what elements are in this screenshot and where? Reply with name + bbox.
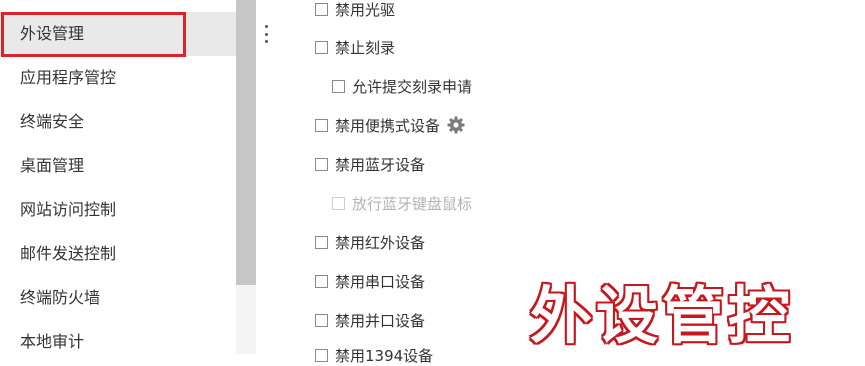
option-label: 禁用蓝牙设备	[335, 155, 426, 174]
sidebar-item-endpoint-firewall[interactable]: 终端防火墙	[0, 276, 236, 320]
sidebar-item-local-audit[interactable]: 本地审计	[0, 320, 236, 364]
option-label: 禁用便携式设备	[335, 116, 441, 135]
option-label: 禁用光驱	[335, 0, 396, 19]
sidebar-item-email-send-control[interactable]: 邮件发送控制	[0, 232, 236, 276]
sidebar-item-website-access-control[interactable]: 网站访问控制	[0, 188, 236, 232]
option-disable-burning[interactable]: 禁止刻录	[315, 36, 395, 58]
option-disable-1394[interactable]: 禁用1394设备	[315, 344, 433, 366]
option-label: 允许提交刻录申请	[352, 77, 473, 96]
checkbox	[332, 196, 345, 210]
checkbox[interactable]	[315, 348, 328, 362]
option-disable-optical-drive[interactable]: 禁用光驱	[315, 0, 395, 20]
option-label: 放行蓝牙键盘鼠标	[352, 194, 473, 213]
option-label: 禁用串口设备	[335, 272, 426, 291]
option-label: 禁用1394设备	[335, 346, 434, 365]
sidebar-item-desktop-management[interactable]: 桌面管理	[0, 144, 236, 188]
checkbox[interactable]	[315, 2, 328, 16]
option-disable-parallel-port[interactable]: 禁用并口设备	[315, 309, 425, 331]
checkbox[interactable]	[315, 235, 328, 249]
gear-icon[interactable]	[446, 115, 466, 135]
watermark-caption: 外设管控	[530, 279, 795, 352]
sidebar-item-application-control[interactable]: 应用程序管控	[0, 56, 236, 100]
option-label: 禁止刻录	[335, 38, 396, 57]
sidebar-nav: 外设管理 应用程序管控 终端安全 桌面管理 网站访问控制 邮件发送控制 终端防火…	[0, 0, 236, 354]
option-allow-burn-request[interactable]: 允许提交刻录申请	[332, 75, 472, 97]
option-disable-infrared[interactable]: 禁用红外设备	[315, 231, 425, 253]
checkbox[interactable]	[332, 79, 345, 93]
sidebar-item-peripheral-management[interactable]: 外设管理	[0, 12, 236, 56]
checkbox[interactable]	[315, 313, 328, 327]
drag-handle-icon[interactable]	[263, 25, 269, 43]
sidebar-scrollbar-thumb[interactable]	[236, 0, 256, 285]
checkbox[interactable]	[315, 40, 328, 54]
option-allow-bluetooth-keyboard-mouse: 放行蓝牙键盘鼠标	[332, 192, 472, 214]
checkbox[interactable]	[315, 118, 328, 132]
checkbox[interactable]	[315, 274, 328, 288]
option-disable-portable-devices[interactable]: 禁用便携式设备	[315, 114, 466, 136]
sidebar-item-endpoint-security[interactable]: 终端安全	[0, 100, 236, 144]
option-disable-serial-port[interactable]: 禁用串口设备	[315, 270, 425, 292]
option-label: 禁用并口设备	[335, 311, 426, 330]
checkbox[interactable]	[315, 157, 328, 171]
option-label: 禁用红外设备	[335, 233, 426, 252]
option-disable-bluetooth[interactable]: 禁用蓝牙设备	[315, 153, 425, 175]
